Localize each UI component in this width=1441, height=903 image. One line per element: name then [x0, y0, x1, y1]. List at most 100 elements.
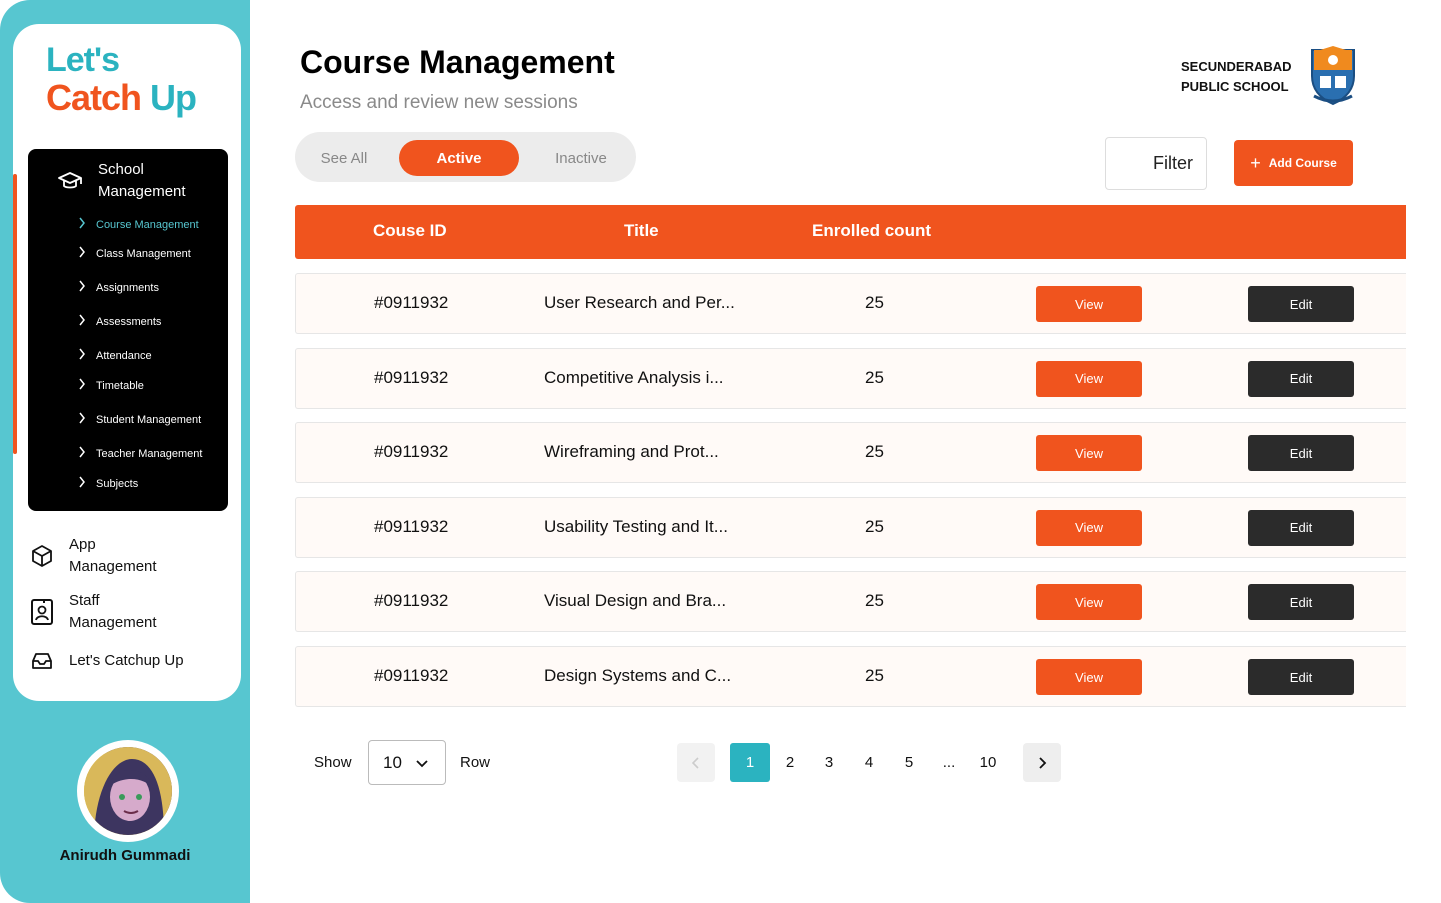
- table-row: #0911932 Design Systems and C... 25 View Edi…: [295, 646, 1406, 707]
- sidebar-subitem-assessments[interactable]: Assessments: [78, 314, 161, 329]
- cell-enrolled-count: 25: [865, 367, 884, 387]
- sidebar-subitem-label: Class Management: [96, 247, 191, 260]
- rows-per-page-select[interactable]: 10: [368, 740, 446, 785]
- cell-enrolled-count: 25: [865, 591, 884, 611]
- active-indicator: [13, 174, 17, 454]
- cell-course-id: #0911932: [374, 666, 449, 685]
- column-title[interactable]: Title: [624, 221, 659, 241]
- cell-title: User Research and Per...: [544, 293, 735, 312]
- chevron-left-icon: [691, 756, 699, 769]
- sidebar-item-staff-management[interactable]: Staff Management: [29, 590, 179, 634]
- sidebar: Let's Catch Up School Management Course …: [0, 0, 250, 903]
- cell-course-id: #0911932: [374, 591, 449, 611]
- sidebar-subitem-class-management[interactable]: Class Management: [78, 246, 191, 261]
- chevron-down-icon: [415, 755, 429, 775]
- tab-active[interactable]: Active: [399, 140, 519, 176]
- cell-course-id: #0911932: [374, 516, 449, 536]
- id-badge-icon: [29, 599, 55, 625]
- tab-see-all[interactable]: See All: [295, 140, 393, 176]
- edit-button[interactable]: Edit: [1248, 659, 1354, 695]
- next-page-button[interactable]: [1023, 743, 1061, 782]
- chevron-right-icon: [78, 280, 88, 295]
- logo-up: Up: [150, 77, 197, 118]
- view-button[interactable]: View: [1036, 286, 1142, 322]
- app-logo[interactable]: Let's Catch Up: [46, 42, 197, 118]
- chevron-right-icon: [78, 246, 88, 261]
- view-button[interactable]: View: [1036, 360, 1142, 397]
- sidebar-subitem-teacher-management[interactable]: Teacher Management: [78, 446, 202, 461]
- table-row: #0911932 User Research and Per... 25 View Ed…: [295, 273, 1406, 334]
- page-number-10[interactable]: 10: [968, 743, 1008, 782]
- page-title: Course Management: [300, 44, 615, 80]
- cell-course-id: #0911932: [374, 367, 449, 387]
- edit-button[interactable]: Edit: [1248, 584, 1354, 621]
- sidebar-subitem-course-management[interactable]: Course Management: [78, 217, 199, 232]
- user-avatar-ring[interactable]: [77, 740, 179, 842]
- edit-button[interactable]: Edit: [1248, 360, 1354, 397]
- add-course-label: Add Course: [1268, 156, 1337, 170]
- user-name: Anirudh Gummadi: [59, 847, 191, 864]
- cell-title: Design Systems and C...: [544, 666, 732, 685]
- tab-inactive[interactable]: Inactive: [531, 140, 631, 176]
- logo-catch: Catch: [46, 77, 151, 118]
- cell-enrolled-count: 25: [865, 293, 884, 312]
- sidebar-subitem-assignments[interactable]: Assignments: [78, 280, 159, 295]
- add-course-button[interactable]: + Add Course: [1234, 140, 1353, 186]
- logo-line2: Catch Up: [46, 77, 197, 118]
- table-header: Couse ID Title Enrolled count: [295, 205, 1406, 259]
- sidebar-subitem-label: Attendance: [96, 349, 152, 362]
- page-subtitle: Access and review new sessions: [300, 92, 578, 113]
- sidebar-subitem-label: Subjects: [96, 477, 139, 490]
- cell-enrolled-count: 25: [865, 442, 884, 462]
- show-label: Show: [314, 754, 352, 771]
- column-enrolled-count[interactable]: Enrolled count: [812, 221, 931, 241]
- school-name-line2: PUBLIC SCHOOL: [1181, 79, 1289, 94]
- sidebar-subitem-subjects[interactable]: Subjects: [78, 476, 138, 491]
- view-button[interactable]: View: [1036, 435, 1142, 472]
- row-label: Row: [460, 754, 491, 771]
- sidebar-subitem-label: Timetable: [96, 379, 144, 392]
- sidebar-item-app-management[interactable]: App Management: [29, 534, 179, 578]
- edit-button[interactable]: Edit: [1248, 435, 1354, 472]
- prev-page-button[interactable]: [677, 743, 715, 782]
- edit-button[interactable]: Edit: [1248, 509, 1354, 546]
- sidebar-subitem-label: Assessments: [96, 315, 162, 328]
- filter-button[interactable]: Filter: [1105, 137, 1207, 190]
- avatar: [84, 747, 172, 835]
- page-number-5[interactable]: 5: [889, 743, 929, 782]
- sidebar-item-label: App Management: [69, 536, 157, 575]
- chevron-right-icon: [78, 446, 88, 461]
- sidebar-item-let-s-catchup-up[interactable]: Let's Catchup Up: [29, 648, 184, 674]
- page-number-4[interactable]: 4: [849, 743, 889, 782]
- sidebar-subitem-student-management[interactable]: Student Management: [78, 412, 201, 427]
- chevron-right-icon: [78, 217, 88, 232]
- table-row: #0911932 Usability Testing and It... 25 Vie…: [295, 496, 1406, 558]
- cell-course-id: #0911932: [374, 293, 449, 312]
- sidebar-subitem-attendance[interactable]: Attendance: [78, 348, 152, 363]
- school-name: SECUNDERABAD PUBLIC SCHOOL: [1181, 57, 1292, 97]
- plus-icon: +: [1250, 152, 1261, 173]
- sidebar-subitem-label: Course Management: [96, 218, 199, 231]
- cell-title: Visual Design and Bra...: [544, 591, 727, 611]
- inbox-icon: [29, 648, 55, 674]
- page-number-2[interactable]: 2: [770, 743, 810, 782]
- table-row: #0911932 Wireframing and Prot... 25 View Edi…: [295, 422, 1406, 484]
- sidebar-card: Let's Catch Up School Management Course …: [13, 24, 241, 701]
- table-row: #0911932 Competitive Analysis i... 25 View E…: [295, 347, 1406, 409]
- view-button[interactable]: View: [1036, 509, 1142, 546]
- cell-title: Wireframing and Prot...: [544, 442, 719, 462]
- sidebar-item-school-management[interactable]: School Management: [56, 159, 208, 203]
- edit-button[interactable]: Edit: [1248, 286, 1354, 322]
- sidebar-subitem-timetable[interactable]: Timetable: [78, 378, 144, 393]
- cell-enrolled-count: 25: [865, 516, 884, 536]
- school-name-line1: SECUNDERABAD: [1181, 59, 1292, 74]
- view-button[interactable]: View: [1036, 659, 1142, 695]
- view-button[interactable]: View: [1036, 584, 1142, 621]
- chevron-right-icon: [78, 412, 88, 427]
- school-crest-icon: [1306, 46, 1360, 106]
- column-course-id[interactable]: Couse ID: [373, 221, 447, 241]
- page-number-3[interactable]: 3: [809, 743, 849, 782]
- page-number-1[interactable]: 1: [730, 743, 770, 782]
- sidebar-item-label: Staff Management: [69, 592, 157, 631]
- cell-course-id: #0911932: [374, 442, 449, 462]
